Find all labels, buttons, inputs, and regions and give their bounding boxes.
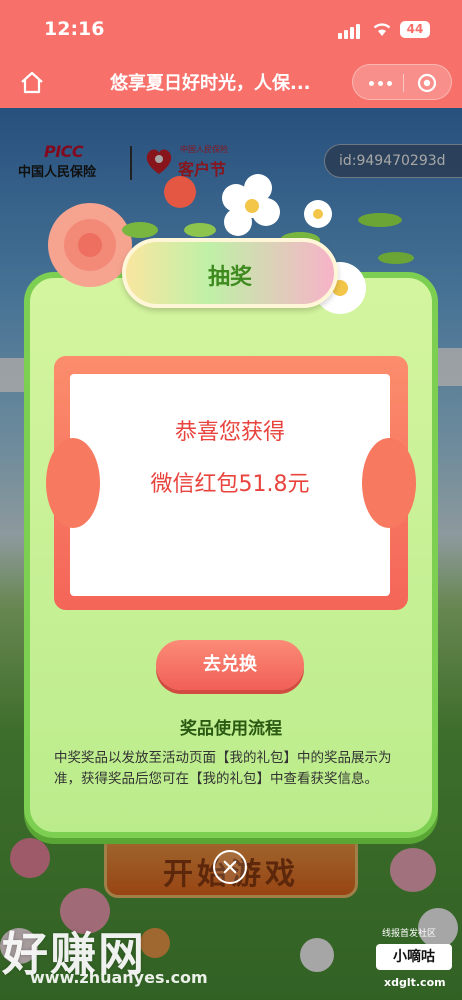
redeem-button[interactable]: 去兑换 [156,640,304,690]
battery-icon: 44 [400,21,430,38]
usage-flow-title: 奖品使用流程 [180,719,282,739]
usage-flow-text: 中奖奖品以发放至活动页面【我的礼包】中的奖品展示为准，获得奖品后您可在【我的礼包… [54,750,392,787]
watermark-tag-badge: 小嘀咕 [376,944,452,970]
close-icon[interactable] [213,850,247,884]
modal-ribbon: 抽奖 [122,238,338,308]
prize-card: 恭喜您获得 微信红包51.8元 [70,374,390,596]
status-time: 12:16 [44,18,105,40]
nav-bar: 悠享夏日好时光，人保... [0,56,462,108]
watermark-site-url: www.zhuanyes.com [30,968,208,987]
watermark-tag-url: xdglt.com [384,976,446,989]
signal-icon [338,24,360,39]
congrats-text: 恭喜您获得 [174,420,285,445]
status-bar: 12:16 44 [0,0,462,56]
home-icon[interactable] [18,68,46,96]
wifi-icon [373,23,391,36]
modal-title: 抽奖 [207,265,252,290]
nav-title: 悠享夏日好时光，人保... [110,73,311,94]
more-dots-icon[interactable] [369,81,392,86]
prize-text: 微信红包51.8元 [150,472,310,497]
mini-program-capsule [352,64,452,100]
top-bar: 12:16 44 悠享夏日好时光，人保... [0,0,462,108]
watermark-tag-top: 线报首发社区 [382,929,437,939]
target-icon[interactable] [417,73,437,93]
prize-ticket: 恭喜您获得 微信红包51.8元 [46,356,416,610]
